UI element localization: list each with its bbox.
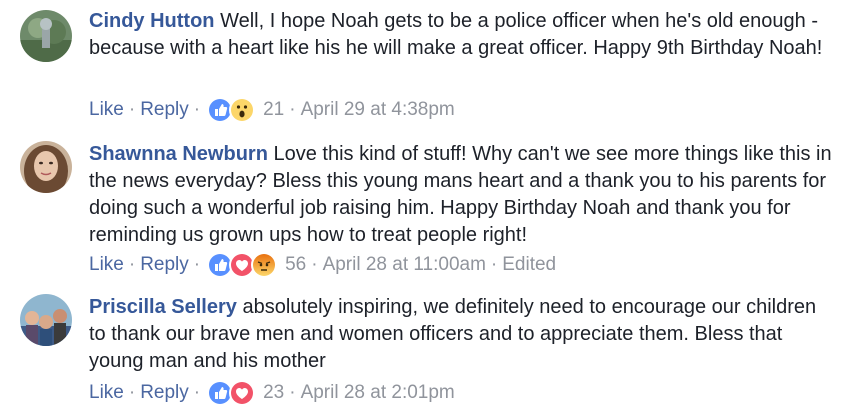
reaction-count[interactable]: 21 — [263, 97, 284, 123]
comment-actions: Like · Reply · 56 · April 28 at 11:00am … — [89, 252, 556, 278]
like-link[interactable]: Like — [89, 380, 124, 406]
comment-timestamp[interactable]: April 28 at 11:00am — [323, 252, 486, 278]
wow-icon — [229, 97, 256, 123]
reaction-icons[interactable] — [207, 97, 256, 123]
separator-dot: · — [128, 254, 136, 275]
comment-body: Cindy Hutton Well, I hope Noah gets to b… — [89, 8, 834, 62]
avatar[interactable] — [20, 141, 72, 193]
edited-label[interactable]: Edited — [502, 252, 556, 278]
separator-dot: · — [193, 99, 201, 120]
avatar[interactable] — [20, 294, 72, 346]
like-link[interactable]: Like — [89, 97, 124, 123]
comment-author[interactable]: Cindy Hutton — [89, 10, 215, 32]
comment-author[interactable]: Priscilla Sellery — [89, 296, 237, 318]
reply-link[interactable]: Reply — [140, 252, 189, 278]
like-link[interactable]: Like — [89, 252, 124, 278]
reaction-count[interactable]: 23 — [263, 380, 284, 406]
angry-icon — [251, 252, 278, 278]
reaction-count[interactable]: 56 — [285, 252, 306, 278]
avatar-image — [20, 141, 72, 193]
comment-actions: Like · Reply · 23 · April 28 at 2:01pm — [89, 380, 455, 406]
comment-timestamp[interactable]: April 28 at 2:01pm — [301, 380, 455, 406]
comment-actions: Like · Reply · 21 · April 29 at 4:38pm — [89, 97, 455, 123]
reaction-icons[interactable] — [207, 252, 278, 278]
avatar-image — [20, 294, 72, 346]
separator-dot: · — [289, 382, 296, 403]
separator-dot: · — [128, 382, 136, 403]
separator-dot: · — [128, 99, 136, 120]
avatar[interactable] — [20, 10, 72, 62]
love-icon — [229, 380, 256, 406]
comment-timestamp[interactable]: April 29 at 4:38pm — [301, 97, 455, 123]
comment-body: Priscilla Sellery absolutely inspiring, … — [89, 294, 834, 375]
separator-dot: · — [490, 254, 498, 275]
comment-author[interactable]: Shawnna Newburn — [89, 143, 268, 165]
reaction-icons[interactable] — [207, 380, 256, 406]
reply-link[interactable]: Reply — [140, 97, 189, 123]
separator-dot: · — [193, 254, 201, 275]
separator-dot: · — [311, 254, 318, 275]
comment-body: Shawnna Newburn Love this kind of stuff!… — [89, 141, 834, 249]
reply-link[interactable]: Reply — [140, 380, 189, 406]
avatar-image — [20, 10, 72, 62]
separator-dot: · — [193, 382, 201, 403]
separator-dot: · — [289, 99, 296, 120]
